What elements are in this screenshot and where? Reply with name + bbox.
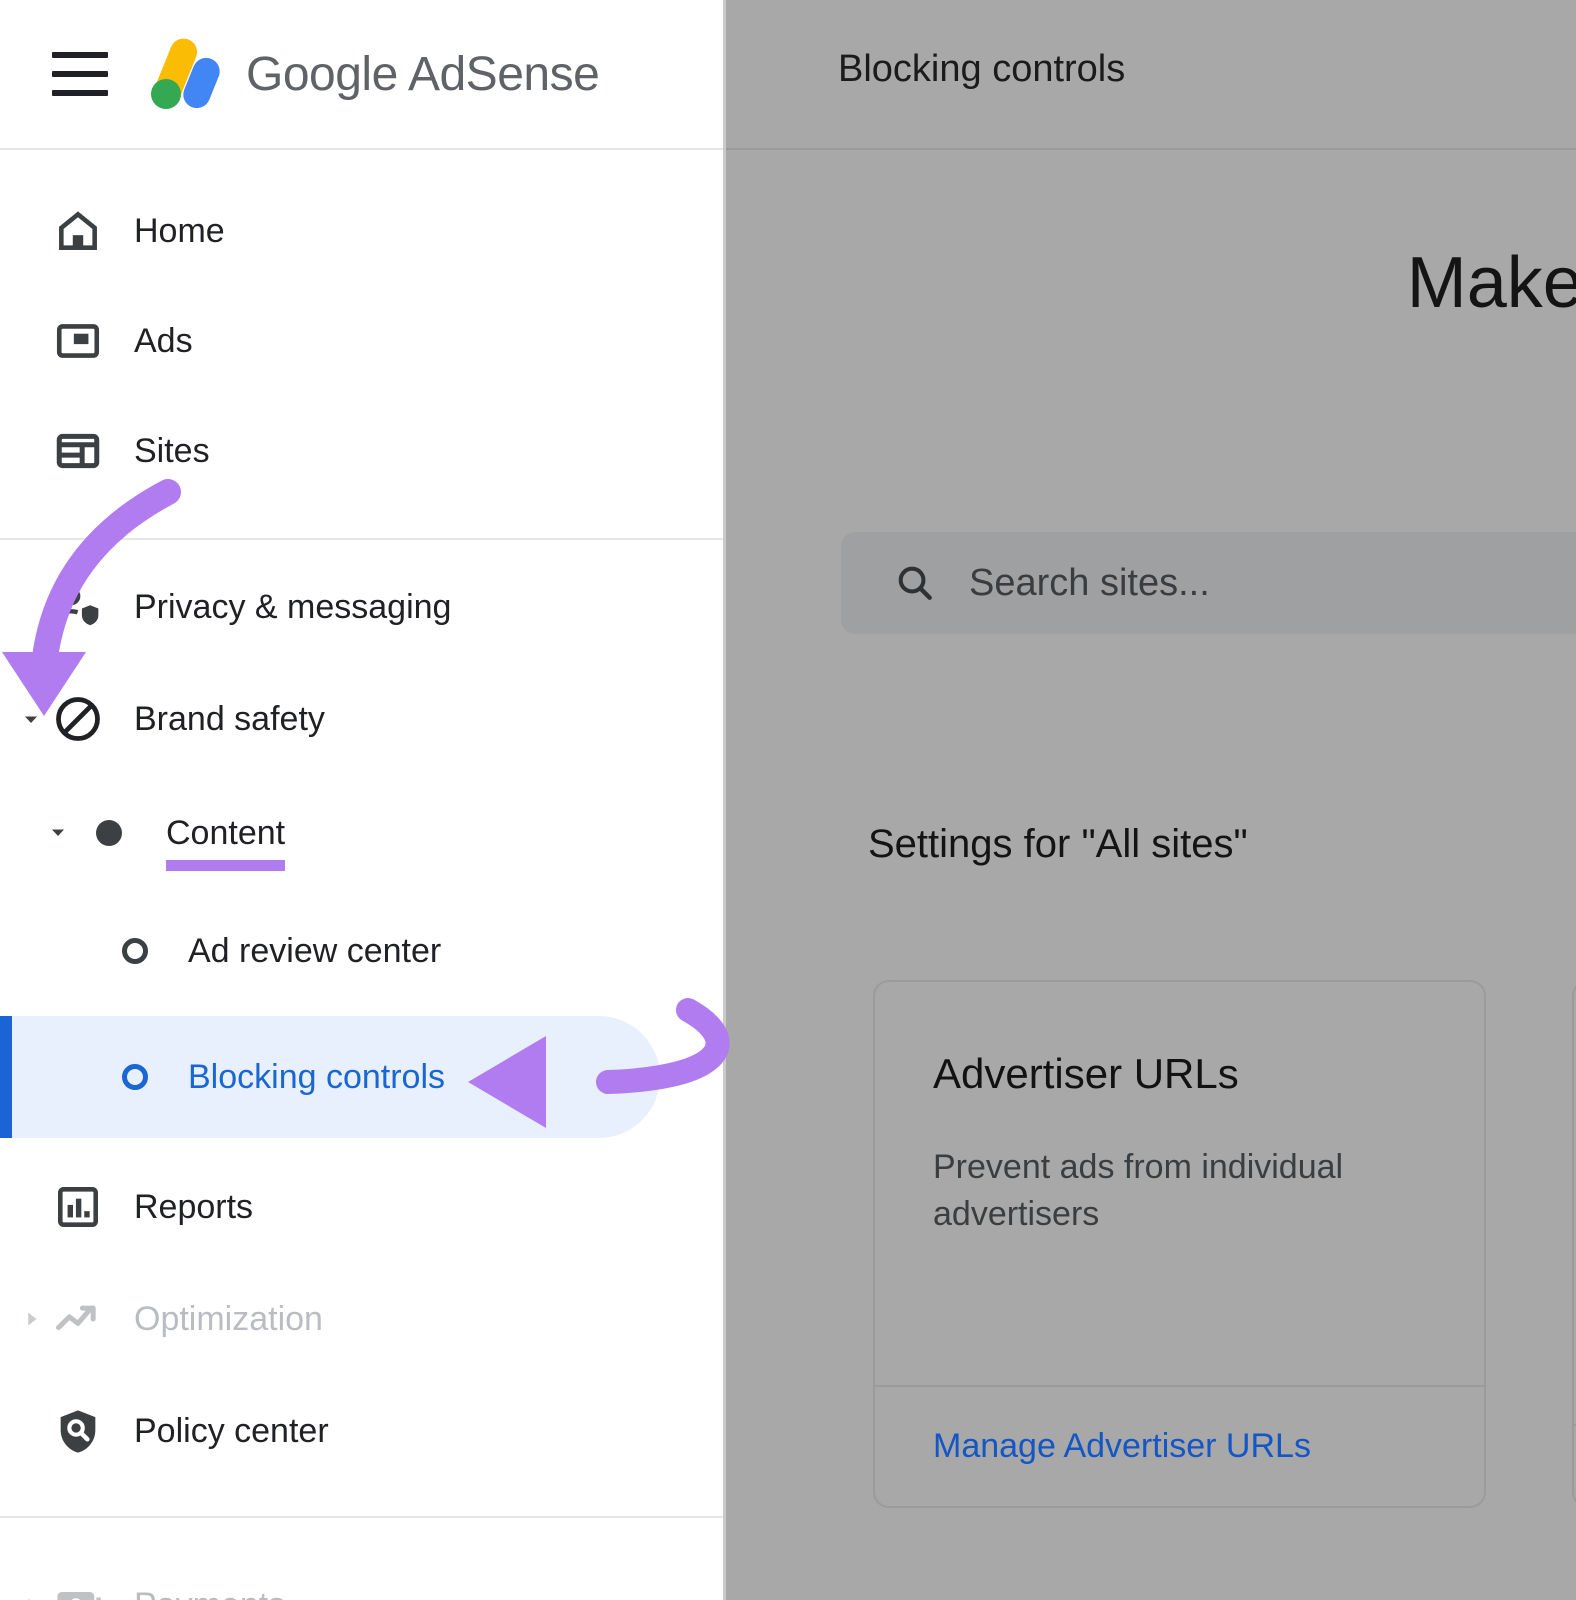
- chevron-down-icon[interactable]: [18, 706, 44, 732]
- page-title: Blocking controls: [838, 48, 1126, 90]
- chevron-right-icon[interactable]: [18, 1592, 44, 1600]
- ads-icon: [52, 315, 104, 367]
- sidebar-item-label: Home: [134, 211, 225, 250]
- sidebar-item-label: Optimization: [134, 1299, 323, 1338]
- advertiser-urls-card[interactable]: Advertiser URLs Prevent ads from individ…: [873, 980, 1486, 1508]
- sidebar-item-ads[interactable]: Ads: [0, 298, 723, 384]
- sites-icon: [52, 425, 104, 477]
- sidebar-item-label: Ad review center: [188, 931, 442, 970]
- sidebar-item-brand-safety[interactable]: Brand safety: [0, 676, 723, 762]
- manage-advertiser-urls-link[interactable]: Manage Advertiser URLs: [933, 1427, 1311, 1465]
- sidebar-item-label: Brand safety: [134, 699, 325, 738]
- hero-heading: Make sure you: [1406, 243, 1576, 323]
- sidebar-item-label: Ads: [134, 321, 193, 360]
- google-adsense-logo-icon: [144, 31, 230, 117]
- hero-subtext: These tools can: [726, 365, 1576, 408]
- card-footer: Manage Advertiser URLs: [875, 1385, 1484, 1506]
- bullet-ring-icon: [122, 1064, 148, 1090]
- sidebar-item-content[interactable]: Content: [0, 790, 723, 876]
- brand-bar: Google AdSense: [0, 0, 723, 150]
- sidebar-item-label: Content: [166, 813, 286, 871]
- panel-header: Blocking controls: [726, 0, 1576, 150]
- sidebar-item-label: Privacy & messaging: [134, 587, 452, 626]
- sidebar-item-blocking-controls[interactable]: Blocking controls: [0, 1016, 723, 1138]
- sidebar-item-reports[interactable]: Reports: [0, 1164, 723, 1250]
- settings-card-list: Advertiser URLs Prevent ads from individ…: [873, 980, 1576, 1508]
- block-circle-icon: [52, 693, 104, 745]
- policy-shield-icon: [52, 1405, 104, 1457]
- sidebar: Google AdSense Home Ads Sites Privacy & …: [0, 0, 723, 1600]
- privacy-shield-icon: [52, 581, 104, 633]
- sidebar-divider: [0, 1516, 723, 1518]
- bullet-ring-icon: [122, 938, 148, 964]
- card-title: Advertiser URLs: [933, 1050, 1239, 1097]
- sidebar-item-payments[interactable]: Payments: [0, 1562, 723, 1600]
- sidebar-item-label: Payments: [134, 1586, 285, 1600]
- search-sites-field[interactable]: Search sites...: [841, 532, 1576, 634]
- reports-bar-icon: [52, 1181, 104, 1233]
- money-bill-icon: [52, 1579, 104, 1600]
- card-body: Advertiser URLs Prevent ads from individ…: [875, 982, 1484, 1385]
- search-placeholder: Search sites...: [969, 561, 1210, 604]
- sidebar-item-label: Blocking controls: [188, 1057, 446, 1096]
- active-indicator-bar: [0, 1016, 12, 1138]
- sidebar-item-ad-review-center[interactable]: Ad review center: [0, 902, 723, 1000]
- sidebar-nav: Home Ads Sites Privacy & messaging Brand…: [0, 150, 723, 1600]
- brand-title: Google AdSense: [246, 47, 600, 101]
- sidebar-item-label: Sites: [134, 431, 210, 470]
- bullet-dot-icon: [96, 820, 122, 846]
- chevron-right-icon[interactable]: [18, 1306, 44, 1332]
- sidebar-item-optimization[interactable]: Optimization: [0, 1276, 723, 1362]
- chevron-down-icon[interactable]: [46, 820, 72, 846]
- sidebar-item-sites[interactable]: Sites: [0, 408, 723, 494]
- hamburger-menu-icon[interactable]: [52, 52, 108, 96]
- settings-heading: Settings for "All sites": [868, 822, 1248, 866]
- sidebar-item-label: Policy center: [134, 1411, 329, 1450]
- card-description: Prevent ads from individual advertisers: [933, 1148, 1344, 1233]
- main-panel: Blocking controls Make sure you These to…: [723, 0, 1576, 1600]
- hero-section: Make sure you These tools can: [726, 150, 1576, 408]
- sidebar-item-label: Reports: [134, 1187, 254, 1226]
- sidebar-divider: [0, 538, 723, 540]
- home-icon: [52, 205, 104, 257]
- sidebar-item-privacy-messaging[interactable]: Privacy & messaging: [0, 564, 723, 650]
- search-icon: [893, 561, 937, 605]
- second-settings-card[interactable]: [1572, 980, 1576, 1508]
- sidebar-item-policy-center[interactable]: Policy center: [0, 1388, 723, 1474]
- sidebar-item-home[interactable]: Home: [0, 188, 723, 274]
- trending-up-icon: [52, 1293, 104, 1345]
